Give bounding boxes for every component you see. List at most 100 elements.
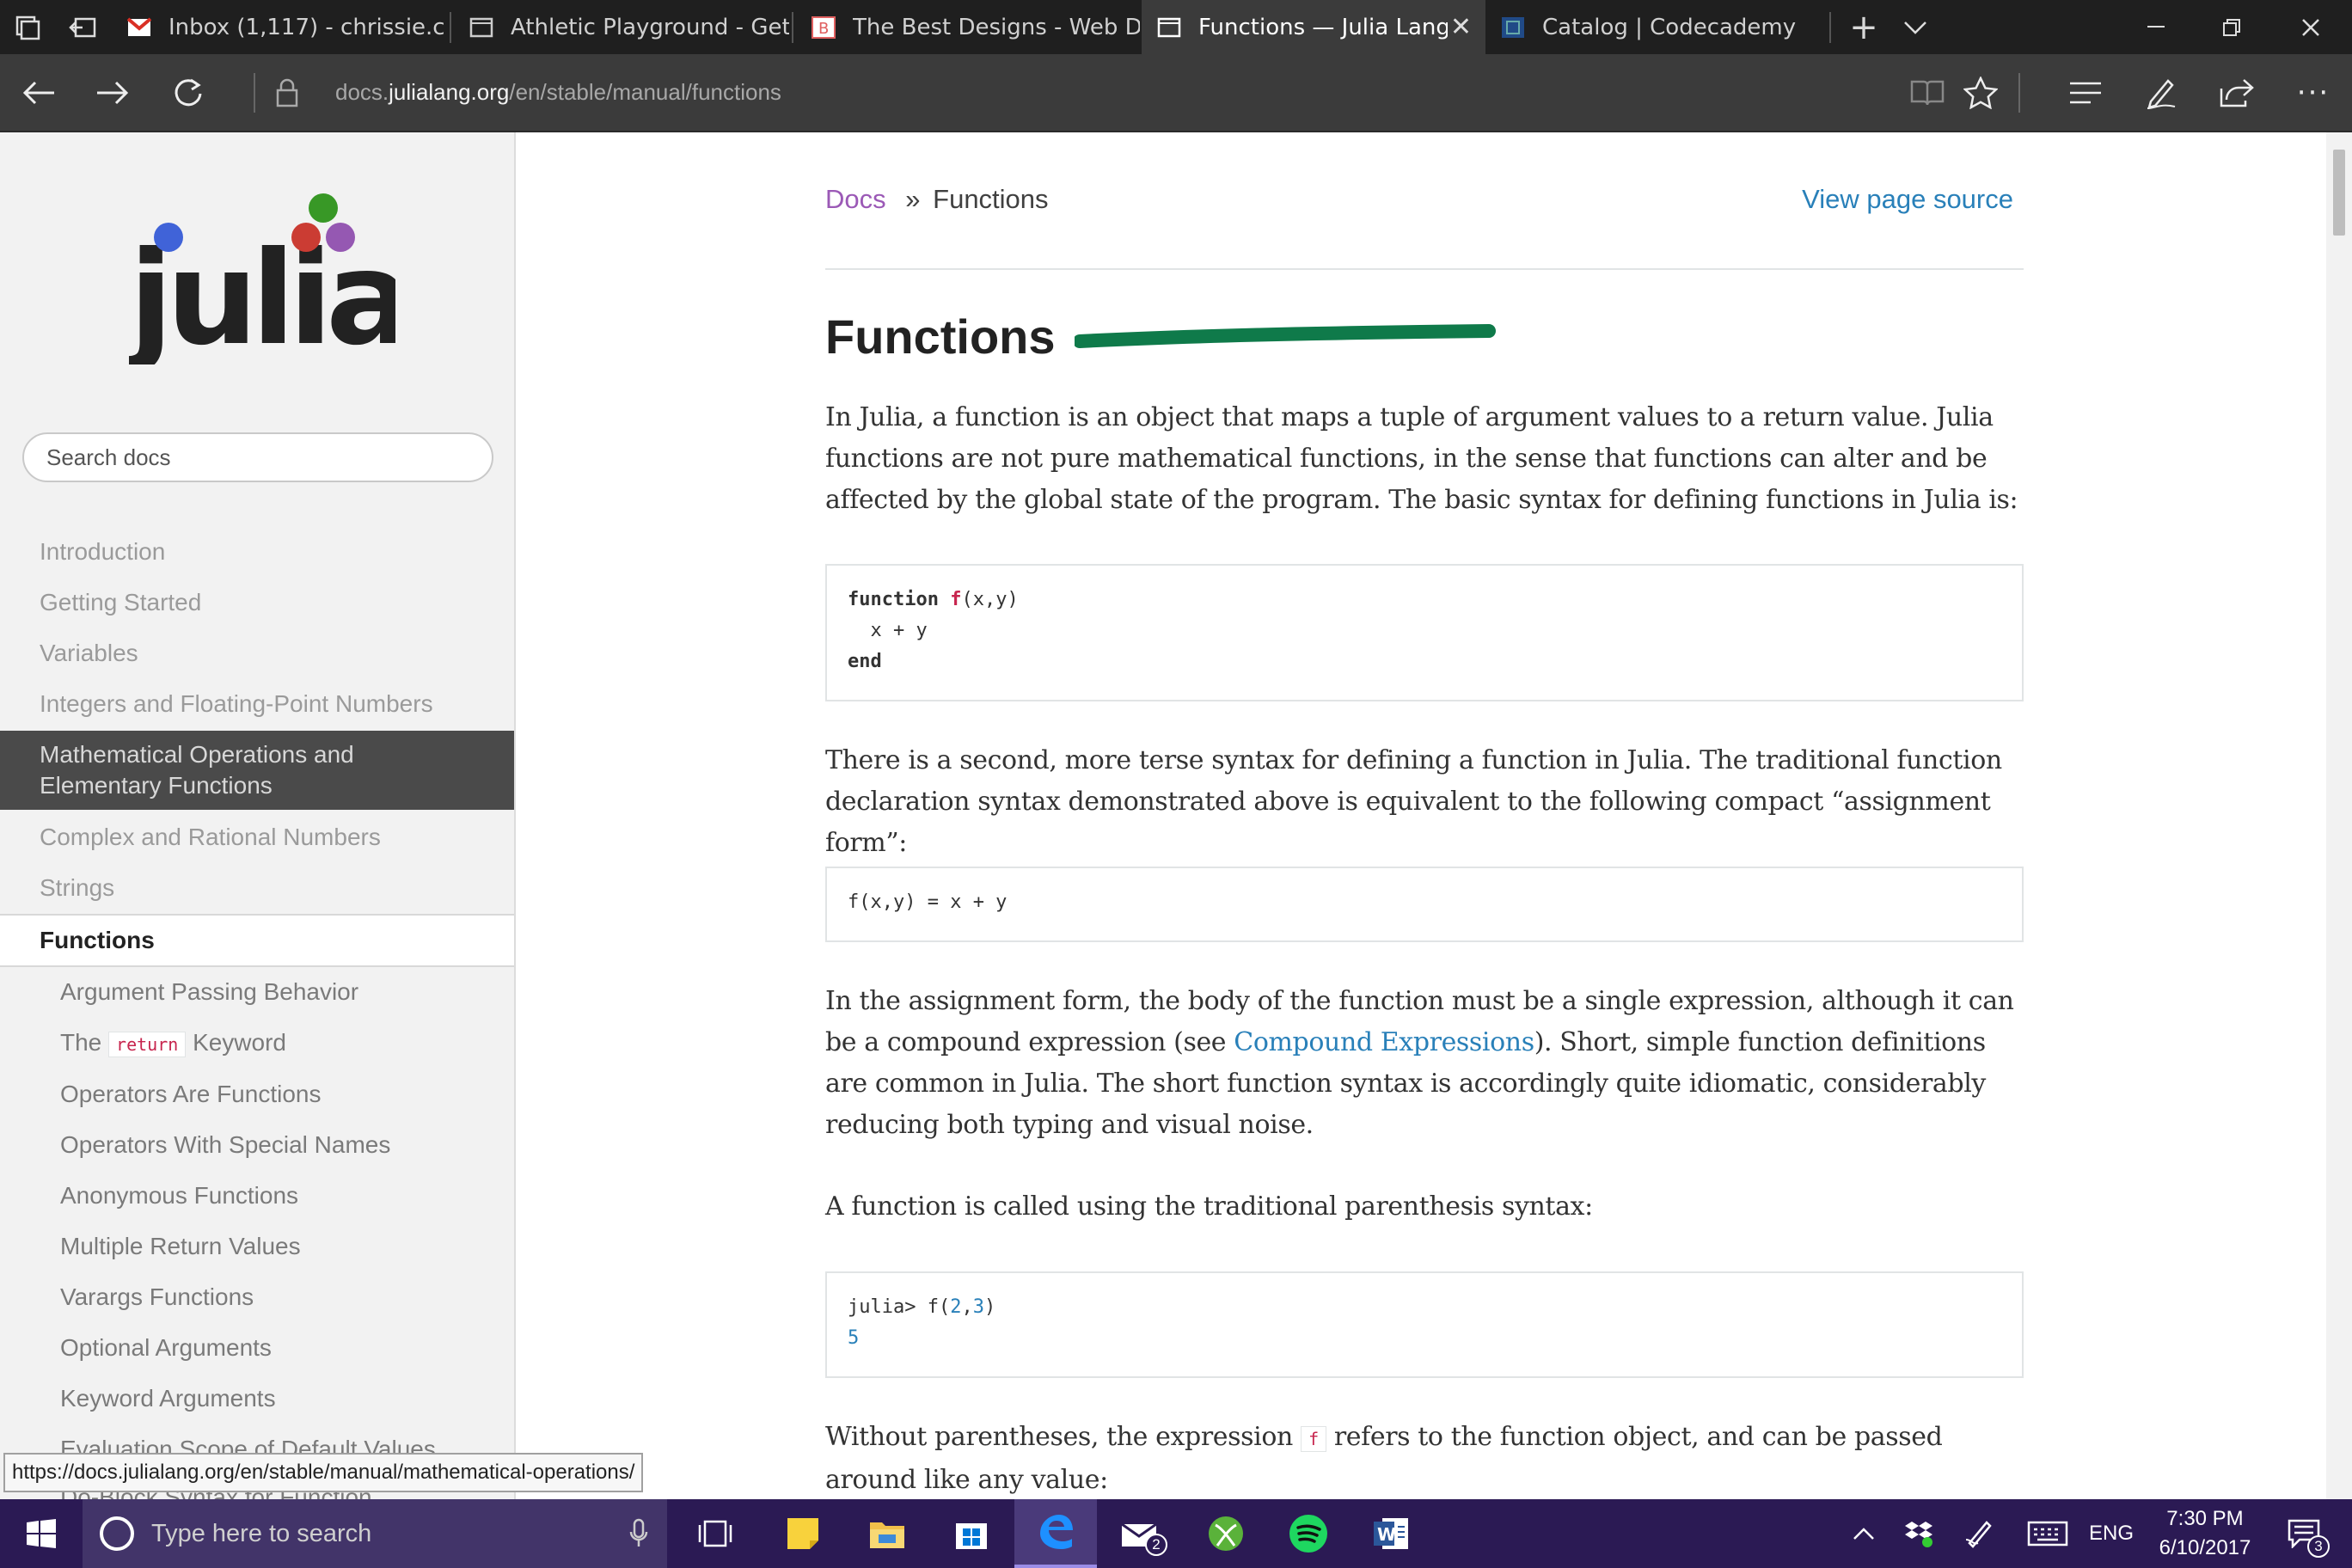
more-options-icon[interactable]: ··· <box>2283 54 2343 131</box>
refresh-icon[interactable] <box>158 54 218 131</box>
main-content: Docs » Functions View page source Functi… <box>518 132 2326 1499</box>
new-tab-icon[interactable]: + <box>1836 0 1891 54</box>
taskbar-search-box[interactable]: Type here to search <box>83 1499 667 1568</box>
set-tabs-aside-icon[interactable] <box>62 0 103 54</box>
edge-browser-icon[interactable] <box>1014 1499 1097 1568</box>
julia-logo[interactable]: julia <box>129 193 395 364</box>
show-hidden-icons-icon[interactable] <box>1847 1499 1881 1568</box>
browser-tab-bar: Inbox (1,117) - chrissie.c.l@g Athletic … <box>0 0 2352 54</box>
toc-sub-varargs[interactable]: Varargs Functions <box>0 1282 514 1313</box>
page-icon <box>1157 17 1181 37</box>
mail-badge: 2 <box>1145 1534 1167 1556</box>
tab-title: Catalog | Codecademy <box>1542 14 1797 40</box>
hub-icon[interactable] <box>2060 54 2111 131</box>
keyboard-icon[interactable] <box>2025 1499 2070 1568</box>
toc-sub-anonymous-functions[interactable]: Anonymous Functions <box>0 1180 514 1211</box>
system-clock[interactable]: 7:30 PM 6/10/2017 <box>2149 1499 2261 1568</box>
toc-item-variables[interactable]: Variables <box>0 638 514 669</box>
view-page-source-link[interactable]: View page source <box>1802 184 2013 215</box>
windows-taskbar: Type here to search 2 W ENG 7:30 PM 6/10… <box>0 1499 2352 1568</box>
url-field[interactable]: docs. julialang.org/en/stable/manual/func… <box>335 54 781 131</box>
code-result: 5 <box>848 1327 860 1349</box>
xbox-icon[interactable] <box>1185 1499 1267 1568</box>
action-center-icon[interactable]: 3 <box>2278 1499 2330 1568</box>
toc-sub-operators-special-names[interactable]: Operators With Special Names <box>0 1130 514 1161</box>
divider <box>825 268 2024 270</box>
windows-logo-icon <box>27 1519 56 1548</box>
toc-sub-multiple-return[interactable]: Multiple Return Values <box>0 1231 514 1262</box>
code-keyword: end <box>848 651 882 672</box>
breadcrumb-docs-link[interactable]: Docs <box>825 184 886 214</box>
toc-sub-return-keyword[interactable]: The return Keyword <box>0 1027 514 1060</box>
tab-best-designs[interactable]: B The Best Designs - Web Des <box>796 0 1140 54</box>
mail-icon[interactable]: 2 <box>1100 1499 1183 1568</box>
web-note-icon[interactable] <box>2135 54 2187 131</box>
tab-title: Athletic Playground - Gettir <box>511 14 789 40</box>
toc-sub-optional-arguments[interactable]: Optional Arguments <box>0 1332 514 1363</box>
restore-icon[interactable] <box>2190 0 2273 54</box>
b-logo-icon: B <box>812 15 836 39</box>
toc-item-introduction[interactable]: Introduction <box>0 536 514 567</box>
code-block: julia> f(2,3) 5 <box>825 1271 2024 1378</box>
paragraph: A function is called using the tradition… <box>825 1191 1593 1222</box>
toc-item-integers[interactable]: Integers and Floating-Point Numbers <box>0 689 514 720</box>
toc-item-complex-rational[interactable]: Complex and Rational Numbers <box>0 822 514 853</box>
input-language[interactable]: ENG <box>2089 1499 2134 1568</box>
spotify-icon[interactable] <box>1267 1499 1350 1568</box>
tab-gmail[interactable]: Inbox (1,117) - chrissie.c.l@g <box>112 0 447 54</box>
code-punct: ) <box>983 1296 996 1318</box>
clock-time: 7:30 PM <box>2166 1507 2244 1530</box>
back-icon[interactable] <box>9 54 69 131</box>
lock-icon <box>268 54 306 131</box>
tab-athletic-playground[interactable]: Athletic Playground - Gettir <box>454 0 789 54</box>
address-bar: docs. julialang.org/en/stable/manual/func… <box>0 54 2352 132</box>
toc-item-math-operations[interactable]: Mathematical Operations and Elementary F… <box>0 731 514 810</box>
toc-sub-operators-are-functions[interactable]: Operators Are Functions <box>0 1079 514 1110</box>
code-args: (x,y) <box>961 589 1019 610</box>
share-icon[interactable] <box>2211 54 2263 131</box>
toc-item-getting-started[interactable]: Getting Started <box>0 587 514 618</box>
url-prefix: docs. <box>335 79 389 105</box>
microphone-icon[interactable] <box>629 1518 648 1549</box>
toc-item-functions[interactable]: Functions <box>0 914 514 967</box>
clock-date: 6/10/2017 <box>2159 1536 2251 1559</box>
page-icon <box>469 17 493 37</box>
paragraph: In Julia, a function is an object that m… <box>825 402 2018 515</box>
chevron-down-icon[interactable] <box>1888 0 1943 54</box>
store-icon[interactable] <box>930 1499 1013 1568</box>
annotation-underline <box>1075 324 1496 348</box>
close-window-icon[interactable] <box>2269 0 2352 54</box>
toc-sub-keyword-arguments[interactable]: Keyword Arguments <box>0 1383 514 1414</box>
pen-workspace-icon[interactable] <box>1960 1499 1998 1568</box>
reading-view-icon[interactable] <box>1903 54 1951 131</box>
code-keyword: function <box>848 589 939 610</box>
breadcrumb-current: Functions <box>933 184 1049 214</box>
tab-title: Functions — Julia Langu <box>1198 14 1448 40</box>
toc-sub-argument-passing[interactable]: Argument Passing Behavior <box>0 977 514 1008</box>
favorite-star-icon[interactable] <box>1957 54 2005 131</box>
tab-functions-julia[interactable]: Functions — Julia Langu ✕ <box>1142 0 1485 54</box>
task-view-icon[interactable] <box>674 1499 756 1568</box>
start-button[interactable] <box>0 1499 83 1568</box>
code-function-name: f <box>950 589 962 610</box>
sticky-notes-icon[interactable] <box>762 1499 844 1568</box>
close-tab-icon[interactable]: ✕ <box>1450 0 1472 54</box>
code-block: f(x,y) = x + y <box>825 867 2024 942</box>
toc-item-strings[interactable]: Strings <box>0 873 514 903</box>
tab-manager-icon[interactable] <box>7 0 48 54</box>
compound-expressions-link[interactable]: Compound Expressions <box>1234 1027 1534 1057</box>
scrollbar-thumb[interactable] <box>2333 150 2345 236</box>
tab-separator <box>1829 12 1831 43</box>
svg-text:B: B <box>818 20 829 38</box>
tab-separator <box>792 12 793 43</box>
minimize-icon[interactable] <box>2115 0 2197 54</box>
vertical-scrollbar[interactable] <box>2326 132 2352 1499</box>
word-icon[interactable]: W <box>1350 1499 1432 1568</box>
code-prompt: julia> f( <box>848 1296 951 1318</box>
tab-codecademy[interactable]: Catalog | Codecademy <box>1485 0 1828 54</box>
file-explorer-icon[interactable] <box>846 1499 928 1568</box>
search-docs-input[interactable] <box>22 432 493 482</box>
tab-title: Inbox (1,117) - chrissie.c.l@g <box>168 14 447 40</box>
forward-icon[interactable] <box>83 54 143 131</box>
dropbox-icon[interactable] <box>1900 1499 1938 1568</box>
